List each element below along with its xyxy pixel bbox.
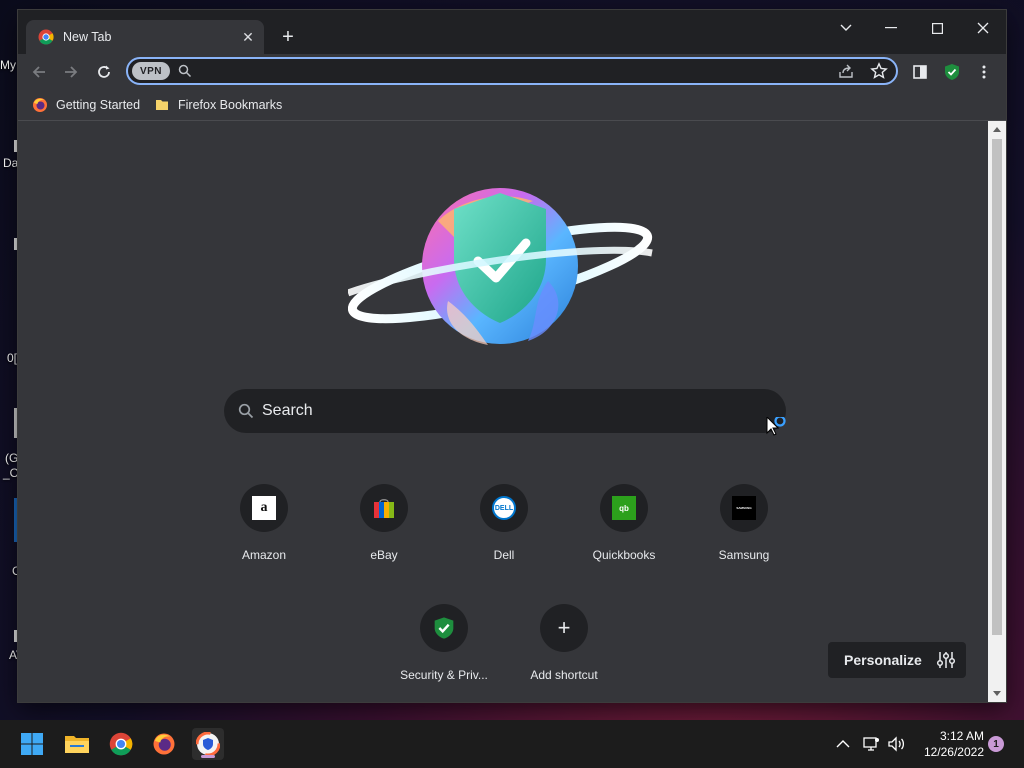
busy-cursor-icon (766, 417, 786, 436)
dell-icon: DELL (480, 484, 528, 532)
bookmark-label: Getting Started (56, 98, 141, 112)
star-icon[interactable] (870, 62, 888, 80)
search-label: Search (262, 402, 313, 419)
bookmark-label: Firefox Bookmarks (178, 98, 283, 112)
shortcut-security-privacy[interactable]: Security & Priv... (388, 604, 500, 702)
add-shortcut-button[interactable]: + Add shortcut (508, 604, 620, 702)
ebay-favicon (374, 499, 394, 518)
firefox-icon (33, 98, 47, 112)
tab-title: New Tab (63, 30, 112, 44)
minimize-icon[interactable] (873, 16, 909, 40)
samsung-icon: SAMSUNG (720, 484, 768, 532)
close-icon[interactable] (965, 16, 1001, 40)
amazon-icon: a (240, 484, 288, 532)
shortcut-label: Security & Priv... (400, 668, 488, 682)
desktop-icon-label[interactable]: Da (3, 156, 18, 170)
firefox-icon[interactable] (148, 728, 180, 760)
shortcut-label: Amazon (241, 548, 287, 562)
clock-date: 12/26/2022 (923, 745, 984, 759)
notification-badge[interactable]: 1 (988, 736, 1004, 752)
bookmarks-bar: Getting Started Firefox Bookmarks (18, 90, 1006, 121)
toolbar: VPN (18, 54, 1006, 90)
shortcut-label: Samsung (718, 548, 770, 562)
title-bar: New Tab ✕ + (18, 10, 1006, 54)
windows-start-icon[interactable] (16, 728, 48, 760)
folder-icon (156, 100, 168, 110)
personalize-button[interactable]: Personalize (828, 642, 966, 678)
scroll-thumb[interactable] (992, 139, 1002, 635)
personalize-label: Personalize (844, 652, 922, 668)
side-panel-icon[interactable] (910, 62, 930, 82)
vpn-button[interactable]: VPN (132, 62, 170, 80)
active-app-indicator (201, 755, 215, 758)
shield-check-icon[interactable] (942, 62, 962, 82)
reload-icon[interactable] (91, 59, 117, 85)
browser-window: New Tab ✕ + VPN Getting Started Firefox … (18, 10, 1006, 702)
scroll-down-arrow-icon[interactable] (993, 691, 1001, 696)
shield-check-icon (420, 604, 468, 652)
shortcut-amazon[interactable]: a Amazon (208, 484, 320, 584)
desktop-icon-label[interactable]: (G (5, 451, 18, 465)
hero-illustration (348, 188, 653, 345)
vertical-scrollbar[interactable] (988, 121, 1006, 702)
desktop-icon-label[interactable]: My (0, 58, 16, 72)
shortcut-quickbooks[interactable]: qb Quickbooks (568, 484, 680, 584)
avast-browser-icon[interactable] (192, 728, 224, 760)
address-bar[interactable]: VPN (126, 57, 898, 85)
plus-glyph: + (557, 615, 571, 640)
taskbar: 3:12 AM 12/26/2022 1 (0, 720, 1024, 768)
close-icon[interactable]: ✕ (240, 29, 256, 45)
bookmark-getting-started[interactable]: Getting Started (32, 96, 140, 114)
chevron-down-icon[interactable] (828, 16, 864, 40)
search-box[interactable]: Search (224, 389, 786, 433)
shortcut-label: eBay (370, 548, 398, 562)
clock-time: 3:12 AM (939, 729, 984, 743)
tab-new-tab[interactable]: New Tab ✕ (26, 20, 264, 54)
kebab-menu-icon[interactable] (974, 62, 994, 82)
shortcut-label: Dell (493, 548, 515, 562)
address-input[interactable] (200, 61, 824, 83)
ebay-icon (360, 484, 408, 532)
search-icon (238, 403, 254, 419)
chrome-icon[interactable] (105, 728, 137, 760)
shortcut-ebay[interactable]: eBay (328, 484, 440, 584)
amazon-favicon: a (252, 496, 276, 520)
search-icon (178, 64, 192, 78)
scroll-up-arrow-icon[interactable] (993, 127, 1001, 132)
desktop-icon-label[interactable]: 0[ (7, 351, 17, 365)
back-arrow-icon[interactable] (26, 59, 52, 85)
chrome-icon (38, 29, 54, 45)
chevron-up-icon[interactable] (836, 720, 850, 768)
shortcut-dell[interactable]: DELL Dell (448, 484, 560, 584)
new-tab-page: Search a Amazon eBay DELL Dell qb Quickb… (18, 121, 988, 702)
desktop-icon-label[interactable]: _O (3, 466, 19, 480)
plus-icon: + (540, 604, 588, 652)
taskbar-clock[interactable]: 3:12 AM 12/26/2022 (912, 728, 984, 760)
file-explorer-icon[interactable] (61, 728, 93, 760)
quickbooks-icon: qb (600, 484, 648, 532)
sliders-icon (936, 652, 955, 668)
shortcut-label: Add shortcut (530, 668, 598, 682)
shortcut-samsung[interactable]: SAMSUNG Samsung (688, 484, 800, 584)
bookmark-firefox-bookmarks[interactable]: Firefox Bookmarks (154, 96, 282, 114)
volume-icon[interactable] (887, 720, 905, 768)
forward-arrow-icon[interactable] (58, 59, 84, 85)
quickbooks-favicon: qb (612, 496, 636, 520)
network-icon[interactable] (862, 720, 880, 768)
plus-icon[interactable]: + (276, 25, 300, 49)
maximize-icon[interactable] (919, 16, 955, 40)
dell-favicon: DELL (492, 496, 516, 520)
shortcut-label: Quickbooks (592, 548, 656, 562)
share-icon[interactable] (838, 63, 854, 79)
samsung-favicon: SAMSUNG (732, 496, 756, 520)
